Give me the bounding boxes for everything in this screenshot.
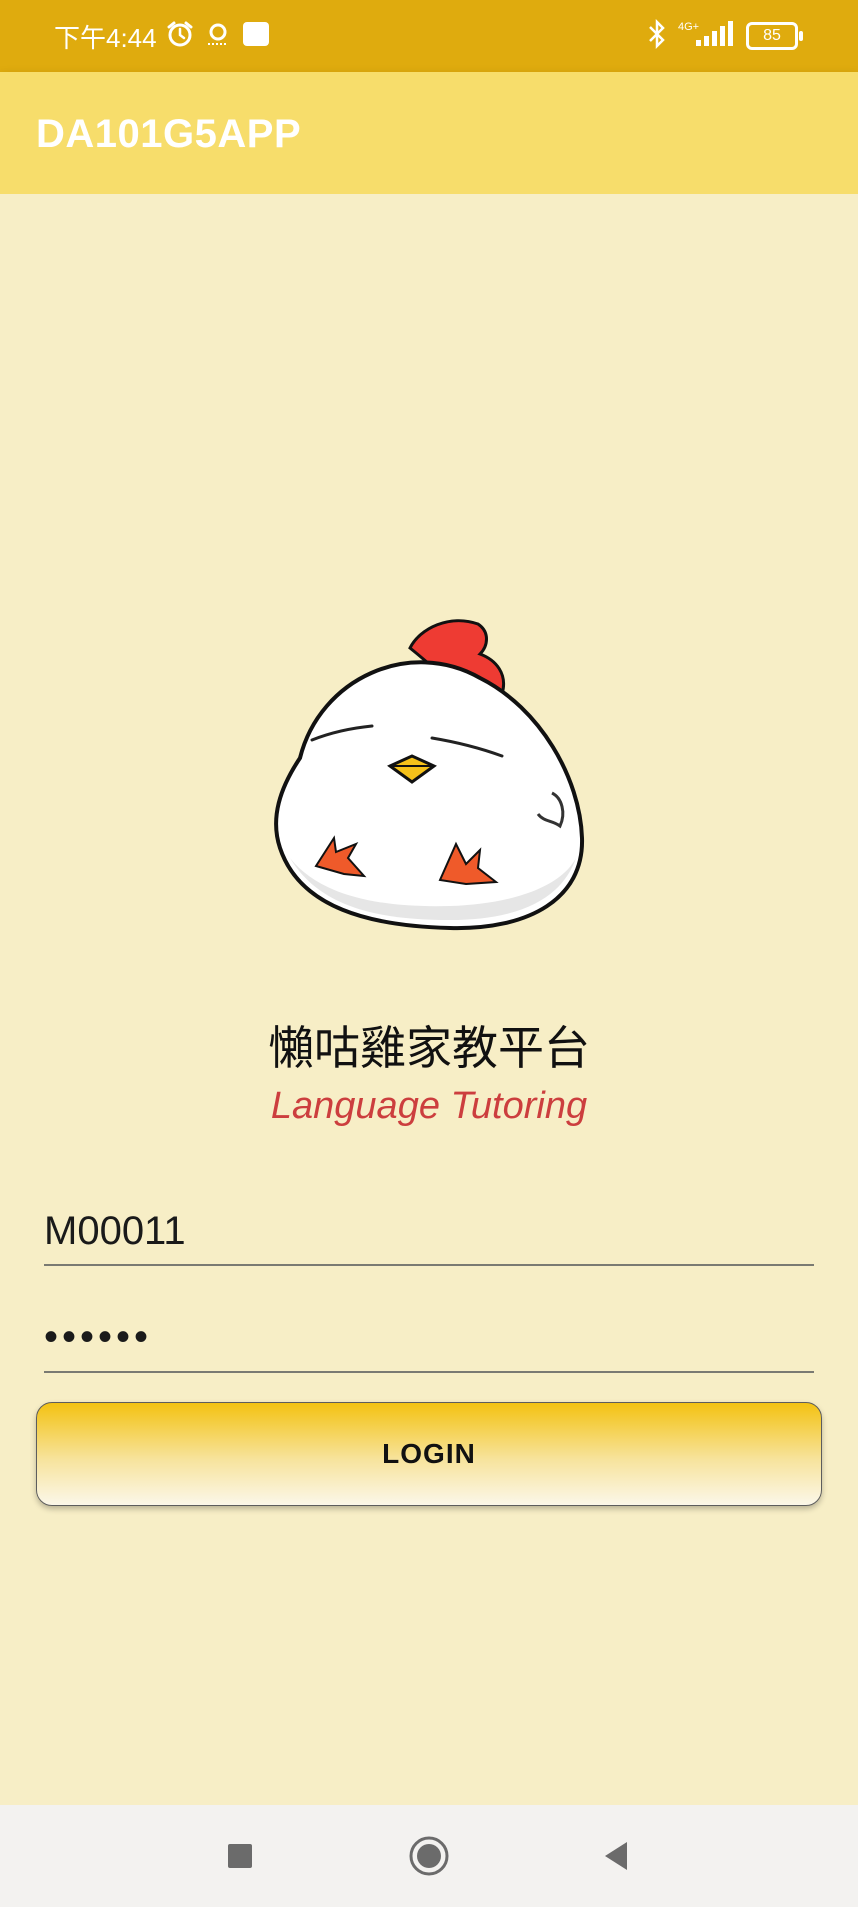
network-label: 4G+: [678, 21, 699, 33]
battery-icon: 85: [746, 22, 803, 50]
status-bar: 下午4:44 4G+ 85: [0, 0, 858, 72]
alarm-icon: [165, 19, 195, 54]
username-input[interactable]: [44, 1210, 814, 1266]
status-time: 下午4:44: [54, 22, 157, 53]
status-left: 下午4:44: [54, 18, 271, 54]
app-bar: DA101G5APP: [0, 72, 858, 194]
back-icon[interactable]: [566, 1805, 666, 1907]
home-icon[interactable]: [379, 1805, 479, 1907]
password-input[interactable]: [44, 1315, 814, 1373]
brand-title: 懶咕雞家教平台: [268, 1021, 590, 1075]
notification-icon: [203, 19, 233, 54]
brand-subtitle: Language Tutoring: [270, 1085, 588, 1127]
status-right: 4G+ 85: [646, 18, 803, 55]
system-nav-bar: [0, 1805, 858, 1907]
login-button[interactable]: LOGIN: [36, 1402, 822, 1506]
login-screen: [0, 194, 858, 1805]
square-icon: [241, 19, 271, 54]
bluetooth-icon: [646, 18, 668, 55]
signal-icon: 4G+: [678, 18, 736, 55]
chicken-mascot-image: [260, 608, 600, 938]
app-title: DA101G5APP: [36, 112, 302, 156]
recents-icon[interactable]: [190, 1805, 290, 1907]
